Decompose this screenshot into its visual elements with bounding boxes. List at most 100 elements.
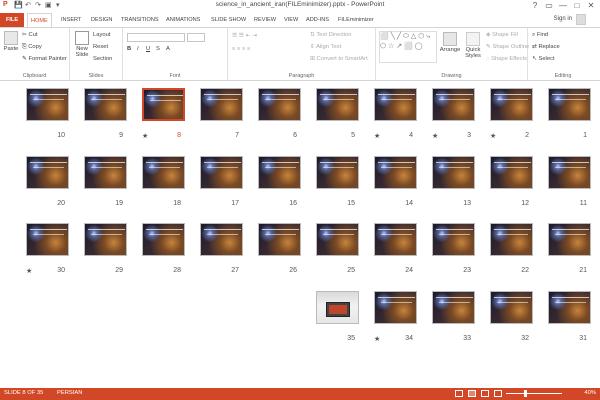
new-slide-button[interactable]: New Slide bbox=[72, 31, 92, 58]
font-size-box[interactable] bbox=[187, 33, 205, 42]
slide-thumbnail[interactable] bbox=[84, 223, 127, 256]
slideshow-view-icon[interactable] bbox=[494, 390, 502, 397]
slide-thumbnail[interactable] bbox=[84, 88, 127, 121]
slide-text-line bbox=[30, 229, 67, 232]
slide-thumbnail[interactable] bbox=[200, 88, 243, 121]
italic-icon[interactable]: I bbox=[137, 46, 139, 52]
tab-home[interactable]: HOME bbox=[27, 13, 52, 28]
tab-design[interactable]: DESIGN bbox=[91, 13, 112, 27]
reset-button[interactable]: Reset bbox=[93, 44, 108, 50]
maximize-button[interactable]: □ bbox=[570, 0, 584, 11]
slide-thumbnail[interactable] bbox=[316, 223, 359, 256]
zoom-slider[interactable] bbox=[506, 390, 562, 397]
tab-animations[interactable]: ANIMATIONS bbox=[166, 13, 200, 27]
slide-thumbnail[interactable] bbox=[490, 291, 533, 324]
reading-view-icon[interactable] bbox=[481, 390, 489, 397]
zoom-level[interactable]: 40% bbox=[584, 390, 596, 396]
language-indicator[interactable]: PERSIAN bbox=[57, 390, 82, 396]
slide-thumbnail[interactable] bbox=[490, 88, 533, 121]
select-button[interactable]: ↖ Select bbox=[532, 56, 555, 62]
avatar[interactable] bbox=[576, 14, 586, 25]
animation-star-icon[interactable]: ★ bbox=[374, 335, 380, 343]
slide-thumbnail[interactable] bbox=[258, 88, 301, 121]
slide-thumbnail[interactable] bbox=[548, 88, 591, 121]
slide-thumbnail[interactable] bbox=[316, 88, 359, 121]
paste-button[interactable]: Paste bbox=[2, 31, 20, 52]
slide-thumbnail[interactable] bbox=[26, 88, 69, 121]
align-icons[interactable]: ≡ ≡ ≡ ≡ bbox=[232, 46, 250, 52]
section-button[interactable]: Section bbox=[93, 56, 112, 62]
copy-button[interactable]: ⎘ Copy bbox=[22, 44, 42, 51]
shadow-icon[interactable]: S bbox=[156, 46, 160, 52]
quick-styles-button[interactable]: Quick Styles bbox=[462, 32, 484, 59]
slide-thumbnail[interactable] bbox=[374, 156, 417, 189]
animation-star-icon[interactable]: ★ bbox=[26, 267, 32, 275]
slide-thumbnail[interactable] bbox=[200, 223, 243, 256]
animation-star-icon[interactable]: ★ bbox=[142, 132, 148, 140]
align-text-button[interactable]: ⇕ Align Text bbox=[310, 44, 341, 50]
slide-thumbnail[interactable] bbox=[490, 156, 533, 189]
minimize-button[interactable]: — bbox=[556, 0, 570, 11]
slide-thumbnail[interactable] bbox=[548, 223, 591, 256]
slide-thumbnail[interactable] bbox=[142, 88, 185, 121]
slide-thumbnail[interactable] bbox=[84, 156, 127, 189]
font-name-box[interactable] bbox=[127, 33, 185, 42]
slide-thumbnail[interactable] bbox=[316, 156, 359, 189]
shape-outline-button[interactable]: ✎ Shape Outline bbox=[486, 44, 529, 50]
tab-add-ins[interactable]: ADD-INS bbox=[306, 13, 329, 27]
arrange-button[interactable]: Arrange bbox=[439, 32, 461, 53]
slide-thumbnail[interactable] bbox=[200, 156, 243, 189]
replace-button[interactable]: ⇄ Replace bbox=[532, 44, 560, 50]
slide-thumbnail[interactable] bbox=[490, 223, 533, 256]
shape-fill-button[interactable]: ◈ Shape Fill bbox=[486, 32, 518, 38]
slide-number: 19 bbox=[115, 200, 123, 207]
tab-insert[interactable]: INSERT bbox=[61, 13, 81, 27]
slide-thumbnail[interactable] bbox=[548, 291, 591, 324]
tab-review[interactable]: REVIEW bbox=[254, 13, 276, 27]
slide-sorter-view-icon[interactable] bbox=[468, 390, 476, 397]
find-button[interactable]: ⌕ Find bbox=[532, 32, 548, 39]
slide-thumbnail[interactable] bbox=[374, 223, 417, 256]
cut-button[interactable]: ✂ Cut bbox=[22, 32, 38, 38]
text-direction-button[interactable]: ⇅ Text Direction bbox=[310, 32, 352, 38]
animation-star-icon[interactable]: ★ bbox=[490, 132, 496, 140]
tab-file[interactable]: FILE bbox=[0, 13, 24, 27]
sign-in-link[interactable]: Sign in bbox=[554, 16, 572, 22]
slide-thumbnail[interactable] bbox=[374, 88, 417, 121]
slide-number: 22 bbox=[521, 267, 529, 274]
convert-smartart-button[interactable]: ⊞ Convert to SmartArt bbox=[310, 56, 368, 62]
tab-slide-show[interactable]: SLIDE SHOW bbox=[211, 13, 246, 27]
slide-thumbnail[interactable] bbox=[142, 223, 185, 256]
slide-thumbnail[interactable] bbox=[374, 291, 417, 324]
underline-icon[interactable]: U bbox=[146, 46, 150, 52]
close-button[interactable]: ✕ bbox=[584, 0, 598, 11]
tab-transitions[interactable]: TRANSITIONS bbox=[121, 13, 159, 27]
shape-effects-button[interactable]: ◌ Shape Effects bbox=[486, 56, 527, 62]
font-color-icon[interactable]: A bbox=[166, 46, 170, 52]
format-painter-button[interactable]: ✎ Format Painter bbox=[22, 56, 67, 62]
slide-thumbnail[interactable] bbox=[432, 88, 475, 121]
bold-icon[interactable]: B bbox=[127, 46, 131, 52]
help-button[interactable]: ? bbox=[528, 0, 542, 11]
slide-thumbnail[interactable] bbox=[432, 156, 475, 189]
slide-thumbnail[interactable] bbox=[316, 291, 359, 324]
slide-thumbnail[interactable] bbox=[26, 223, 69, 256]
layout-button[interactable]: Layout bbox=[93, 32, 110, 38]
zoom-slider-thumb[interactable] bbox=[524, 390, 527, 397]
ribbon-display-options-button[interactable]: ▭ bbox=[542, 0, 556, 11]
tab-fileminimizer[interactable]: FILEminimizer bbox=[338, 13, 374, 27]
slide-thumbnail[interactable] bbox=[258, 156, 301, 189]
animation-star-icon[interactable]: ★ bbox=[374, 132, 380, 140]
slide-thumbnail[interactable] bbox=[548, 156, 591, 189]
slide-thumbnail[interactable] bbox=[142, 156, 185, 189]
slide-text-line bbox=[30, 94, 67, 97]
slide-thumbnail[interactable] bbox=[26, 156, 69, 189]
normal-view-icon[interactable] bbox=[455, 390, 463, 397]
slide-thumbnail[interactable] bbox=[258, 223, 301, 256]
bullets-icon[interactable]: ☰ ☰ ⇤ ⇥ bbox=[232, 33, 257, 39]
tab-view[interactable]: VIEW bbox=[284, 13, 298, 27]
animation-star-icon[interactable]: ★ bbox=[432, 132, 438, 140]
slide-thumbnail[interactable] bbox=[432, 291, 475, 324]
slide-thumbnail[interactable] bbox=[432, 223, 475, 256]
shapes-gallery[interactable]: ⬜ ╲ ╱ ⬭ △ ⬡ ⤷ ⬠ ☆ ↗ ⬜ ◯ bbox=[379, 31, 437, 63]
